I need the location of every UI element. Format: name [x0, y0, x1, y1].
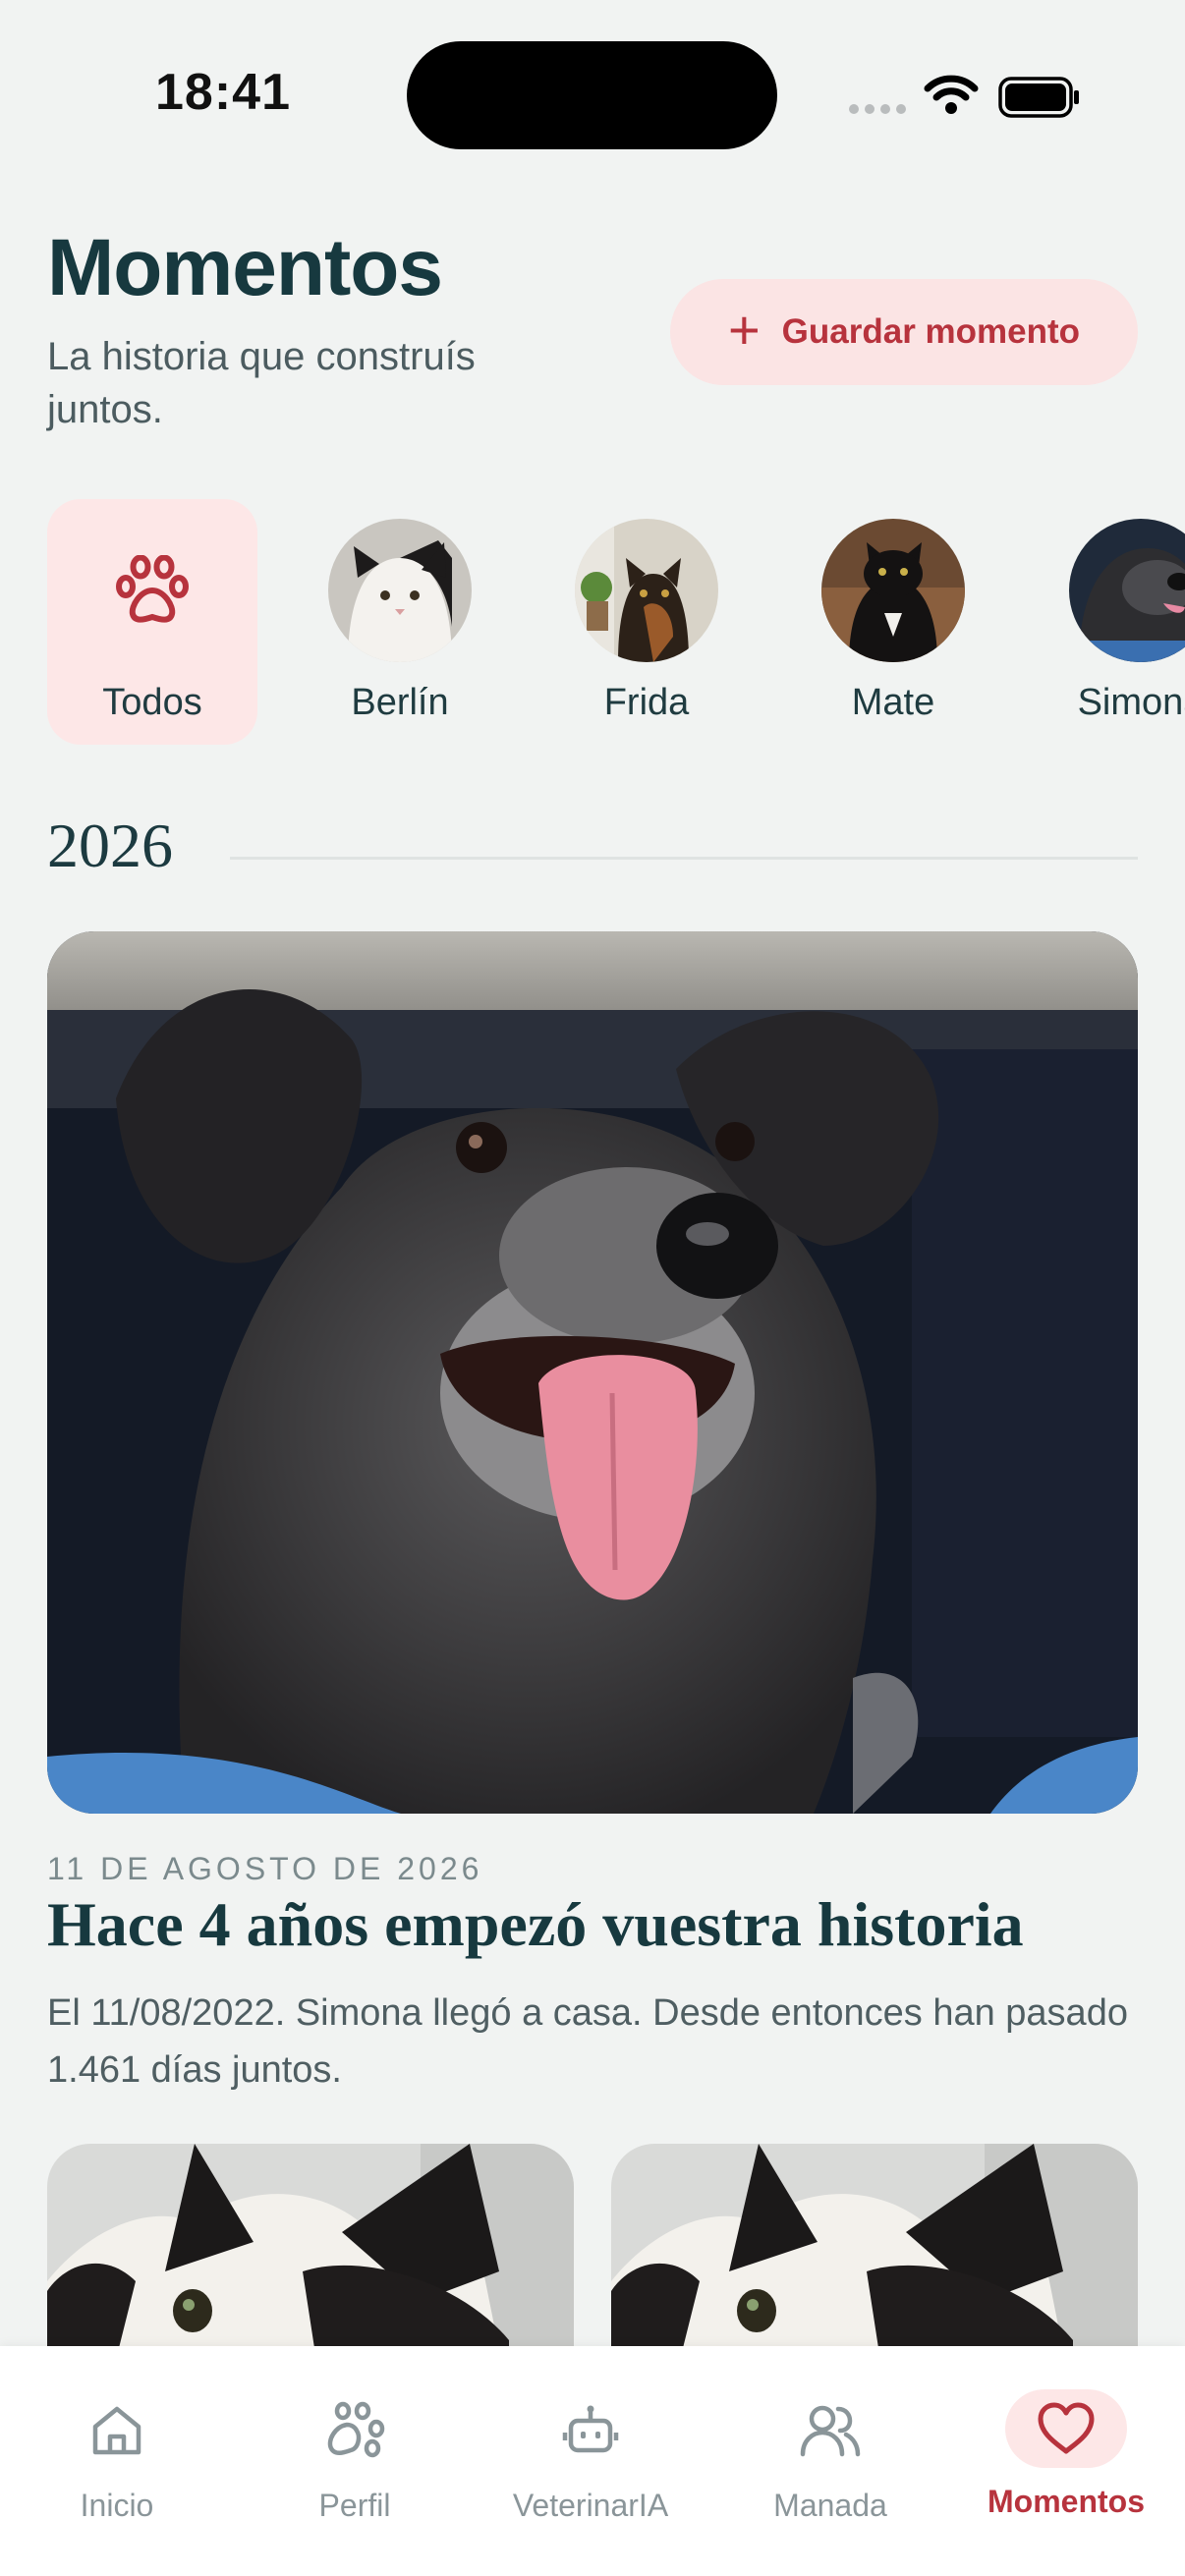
- page-subtitle: La historia que construís juntos.: [47, 335, 476, 431]
- nav-label: Perfil: [318, 2488, 391, 2523]
- moment-description: El 11/08/2022. Simona llegó a casa. Desd…: [47, 1992, 1128, 2091]
- momentos-screen: 18:41 Momentos La historia que construís…: [0, 0, 1185, 2576]
- plus-icon: +: [727, 299, 761, 361]
- page-title: Momentos: [47, 223, 443, 312]
- nav-perfil[interactable]: Perfil: [242, 2389, 468, 2537]
- nav-manada[interactable]: Manada: [717, 2389, 943, 2537]
- nav-momentos[interactable]: Momentos: [953, 2389, 1179, 2537]
- moment-title: Hace 4 años empezó vuestra historia: [47, 1889, 1024, 1959]
- moment-date: 11 DE AGOSTO DE 2026: [47, 1851, 483, 1886]
- pet-label: Berlín: [351, 682, 449, 723]
- year-heading: 2026: [47, 811, 173, 880]
- home-icon: [76, 2389, 158, 2472]
- nav-veterinaria[interactable]: VeterinarIA: [478, 2389, 704, 2537]
- wifi-icon: [924, 75, 979, 114]
- heart-icon: [1005, 2389, 1127, 2468]
- mate-avatar: [821, 519, 965, 662]
- save-moment-label: Guardar momento: [781, 312, 1081, 351]
- dynamic-island: [407, 41, 777, 149]
- pet-label: Mate: [851, 682, 935, 723]
- simona-avatar: [1069, 519, 1185, 662]
- nav-label: Inicio: [80, 2488, 154, 2523]
- group-icon: [789, 2389, 872, 2472]
- nav-label: Manada: [773, 2488, 887, 2523]
- nav-label: Momentos: [988, 2484, 1145, 2519]
- pet-filter-frida[interactable]: Frida: [541, 499, 752, 745]
- status-time: 18:41: [155, 64, 291, 121]
- pet-label: Frida: [603, 682, 690, 723]
- pet-filter-todos[interactable]: Todos: [47, 499, 257, 745]
- paw-outline-icon: [313, 2389, 396, 2472]
- frida-avatar: [575, 519, 718, 662]
- pet-filter-row: Todos Berlín Frida Mate Simon: [47, 499, 1185, 745]
- cellular-signal-icon: [849, 104, 906, 114]
- moment-photo[interactable]: [47, 931, 1138, 1814]
- pet-label: Simona: [1077, 682, 1185, 723]
- robot-icon: [549, 2389, 632, 2472]
- pet-filter-berlin[interactable]: Berlín: [295, 499, 505, 745]
- pet-filter-mate[interactable]: Mate: [788, 499, 998, 745]
- nav-inicio[interactable]: Inicio: [4, 2389, 230, 2537]
- berlin-avatar: [328, 519, 472, 662]
- bottom-navigation: Inicio Perfil VeterinarIA Manada Momento…: [0, 2346, 1185, 2576]
- paw-icon: [81, 519, 224, 662]
- nav-label: VeterinarIA: [512, 2488, 669, 2523]
- year-divider: [230, 857, 1138, 860]
- save-moment-button[interactable]: + Guardar momento: [670, 279, 1138, 385]
- pet-filter-simona[interactable]: Simona: [1036, 499, 1185, 745]
- battery-icon: [998, 77, 1079, 118]
- pet-label: Todos: [102, 682, 202, 723]
